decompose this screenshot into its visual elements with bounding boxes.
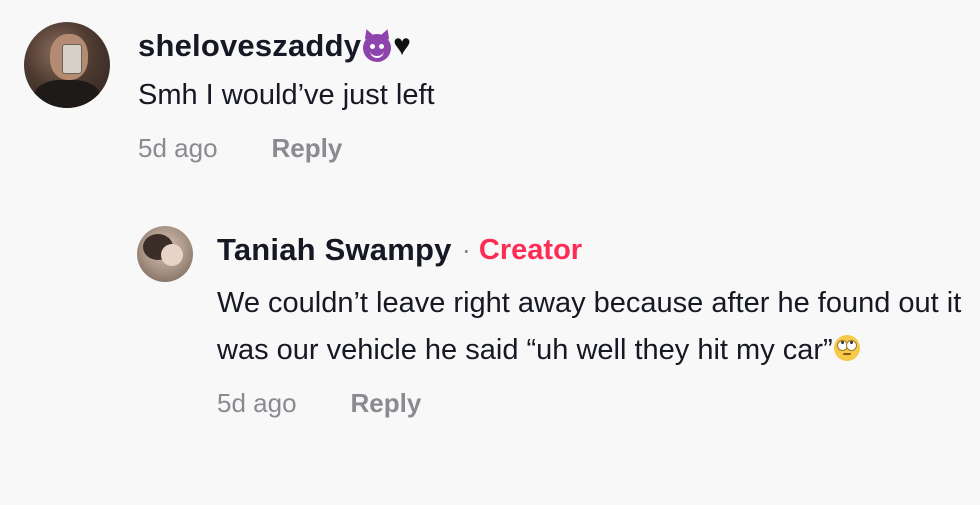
comment-body: sheloveszaddy ♥ Smh I would’ve just left… <box>138 22 435 164</box>
black-heart-emoji-icon: ♥ <box>393 29 411 62</box>
comment-body: Taniah Swampy · Creator We couldn’t leav… <box>217 226 967 419</box>
timestamp: 5d ago <box>138 133 218 163</box>
username[interactable]: Taniah Swampy <box>217 232 452 268</box>
face-with-rolling-eyes-emoji-icon <box>833 335 860 361</box>
avatar[interactable] <box>137 226 193 282</box>
avatar[interactable] <box>24 22 110 108</box>
comment-meta: 5d ago Reply <box>138 133 435 164</box>
comments-thread: sheloveszaddy ♥ Smh I would’ve just left… <box>0 0 980 505</box>
reply-comment: Taniah Swampy · Creator We couldn’t leav… <box>137 226 967 419</box>
separator-dot: · <box>461 234 471 265</box>
devil-emoji-icon <box>363 34 392 62</box>
username[interactable]: sheloveszaddy <box>138 28 361 64</box>
reply-button[interactable]: Reply <box>351 388 422 419</box>
creator-badge: Creator <box>478 233 583 266</box>
comment-meta: 5d ago Reply <box>217 388 967 419</box>
username-row: Taniah Swampy · Creator <box>217 226 967 274</box>
timestamp: 5d ago <box>217 388 297 418</box>
comment: sheloveszaddy ♥ Smh I would’ve just left… <box>24 22 435 164</box>
reply-button[interactable]: Reply <box>272 133 343 164</box>
comment-text: We couldn’t leave right away because aft… <box>217 280 967 374</box>
username-row: sheloveszaddy ♥ <box>138 22 435 70</box>
comment-text: Smh I would’ve just left <box>138 79 435 111</box>
